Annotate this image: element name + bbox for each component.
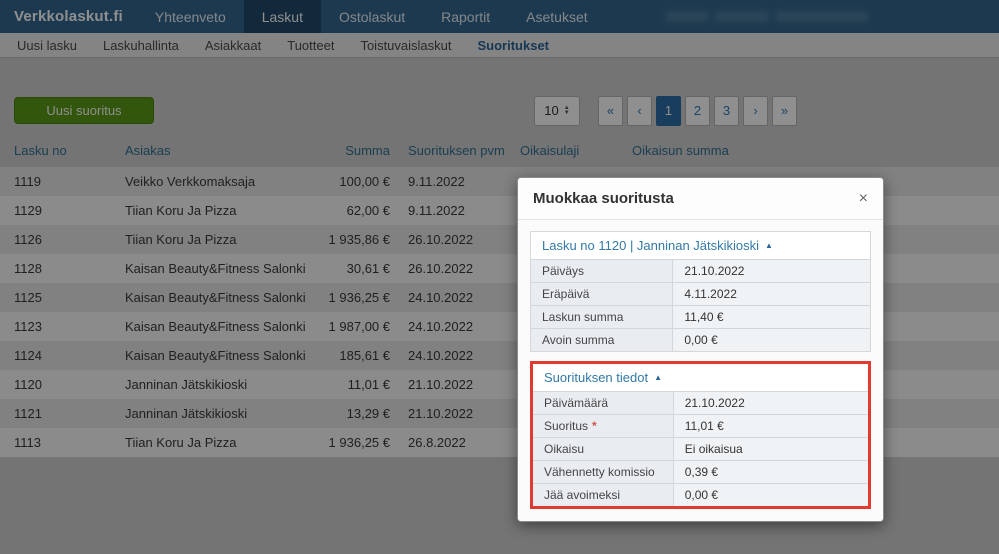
field-row: Avoin summa 0,00 €	[531, 328, 870, 351]
field-value: 21.10.2022	[673, 260, 870, 282]
caret-up-icon: ▲	[654, 373, 662, 382]
close-icon[interactable]: ×	[859, 192, 868, 206]
field-row: Vähennetty komissio 0,39 €	[533, 460, 868, 483]
modal-header: Muokkaa suoritusta ×	[518, 178, 883, 220]
invoice-section-toggle[interactable]: Lasku no 1120 | Janninan Jätskikioski ▲	[531, 232, 870, 259]
field-label: Eräpäivä	[531, 283, 673, 305]
field-label-text: Suoritus	[544, 419, 588, 433]
invoice-info-section: Lasku no 1120 | Janninan Jätskikioski ▲ …	[530, 231, 871, 352]
field-value: 4.11.2022	[673, 283, 870, 305]
field-label: Päiväys	[531, 260, 673, 282]
field-label: Suoritus *	[533, 415, 674, 437]
field-label: Avoin summa	[531, 329, 673, 351]
edit-payment-modal: Muokkaa suoritusta × Lasku no 1120 | Jan…	[517, 177, 884, 522]
payment-section-toggle[interactable]: Suorituksen tiedot ▲	[533, 364, 868, 391]
field-row: Päiväys 21.10.2022	[531, 259, 870, 282]
field-row: Jää avoimeksi 0,00 €	[533, 483, 868, 506]
field-row: Päivämäärä 21.10.2022	[533, 391, 868, 414]
field-value: 11,40 €	[673, 306, 870, 328]
field-label: Jää avoimeksi	[533, 484, 674, 506]
modal-body: Lasku no 1120 | Janninan Jätskikioski ▲ …	[518, 220, 883, 521]
annotation-highlight-box: Suorituksen tiedot ▲ Päivämäärä 21.10.20…	[530, 361, 871, 509]
required-marker: *	[592, 419, 597, 433]
invoice-section-header: Lasku no 1120 | Janninan Jätskikioski	[542, 238, 759, 253]
field-row: Eräpäivä 4.11.2022	[531, 282, 870, 305]
field-label: Vähennetty komissio	[533, 461, 674, 483]
field-row: Suoritus * 11,01 €	[533, 414, 868, 437]
payment-details-section: Suorituksen tiedot ▲ Päivämäärä 21.10.20…	[533, 364, 868, 506]
payment-section-header: Suorituksen tiedot	[544, 370, 648, 385]
commission-field: 0,39 €	[674, 461, 868, 483]
adjustment-field[interactable]: Ei oikaisua	[674, 438, 868, 460]
caret-up-icon: ▲	[765, 241, 773, 250]
modal-title: Muokkaa suoritusta	[533, 190, 674, 207]
field-label: Päivämäärä	[533, 392, 674, 414]
field-label: Laskun summa	[531, 306, 673, 328]
field-row: Oikaisu Ei oikaisua	[533, 437, 868, 460]
amount-field[interactable]: 11,01 €	[674, 415, 868, 437]
remaining-field: 0,00 €	[674, 484, 868, 506]
date-field[interactable]: 21.10.2022	[674, 392, 868, 414]
field-value: 0,00 €	[673, 329, 870, 351]
field-label: Oikaisu	[533, 438, 674, 460]
field-row: Laskun summa 11,40 €	[531, 305, 870, 328]
